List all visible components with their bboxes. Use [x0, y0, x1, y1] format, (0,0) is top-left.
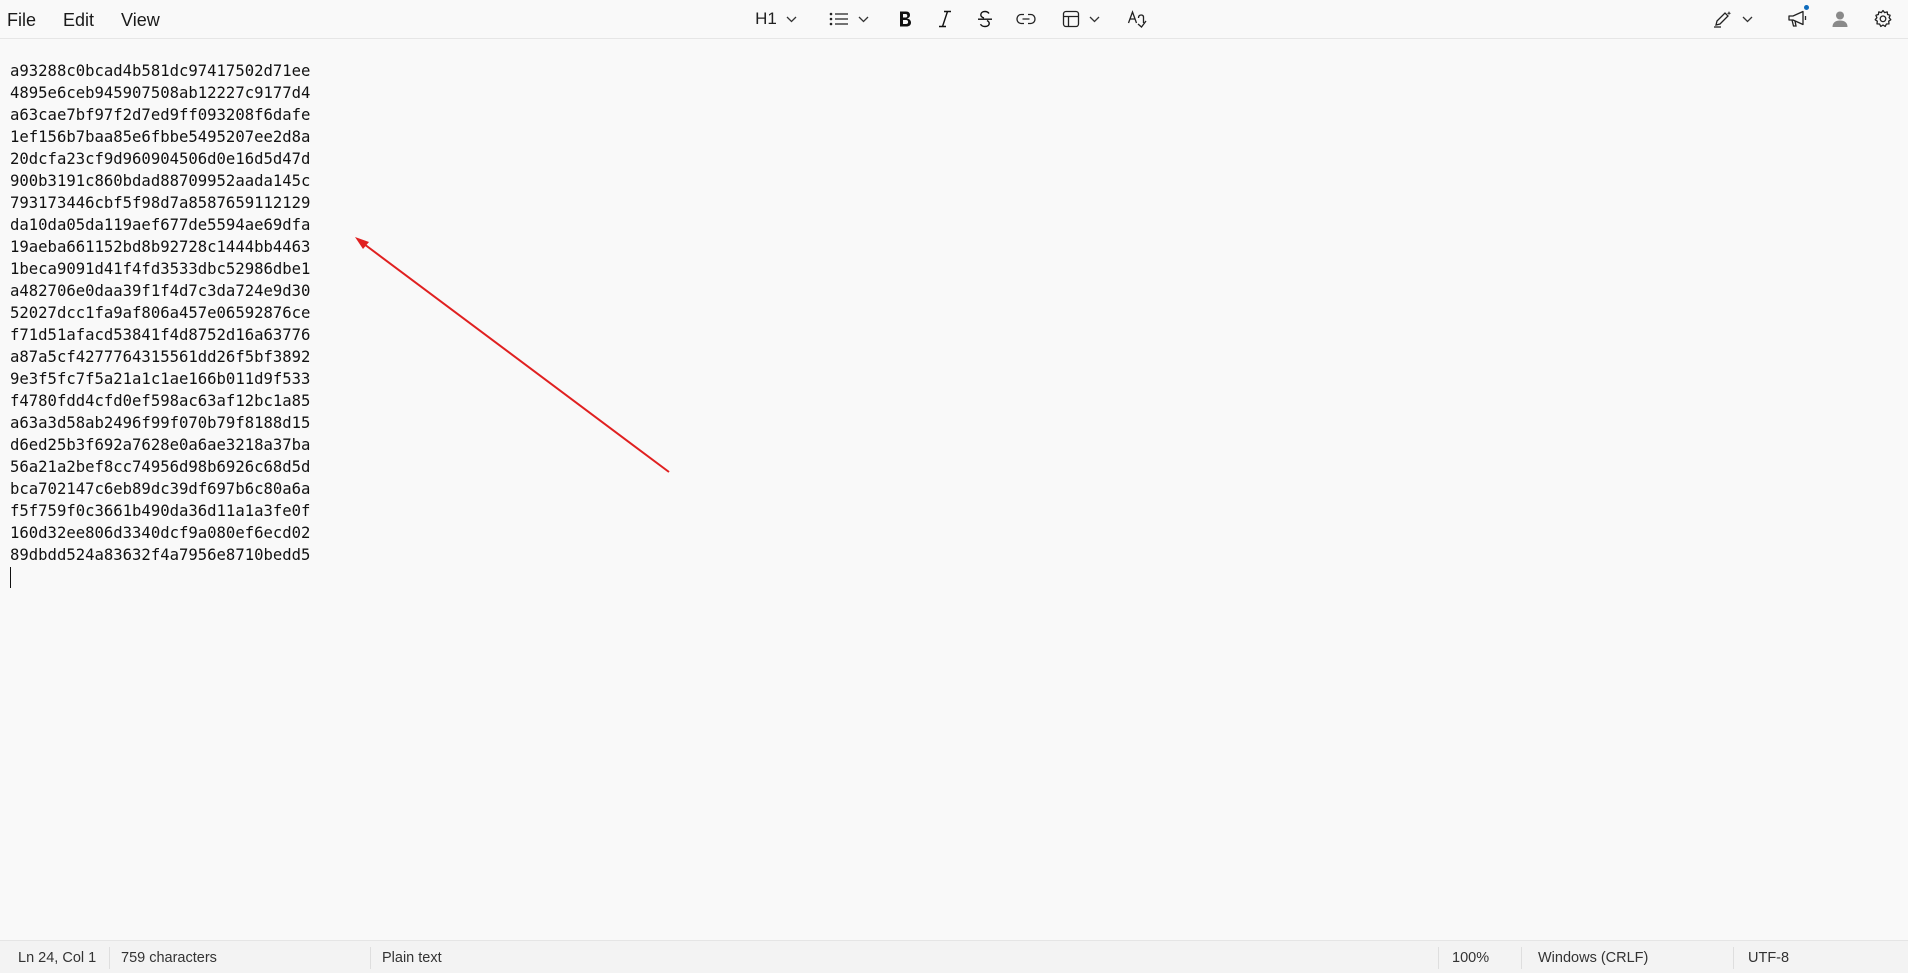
gear-icon	[1873, 9, 1893, 29]
italic-icon	[937, 10, 953, 28]
editor-line: 20dcfa23cf9d960904506d0e16d5d47d	[10, 150, 311, 168]
editor-line: bca702147c6eb89dc39df697b6c80a6a	[10, 480, 311, 498]
strikethrough-icon	[976, 10, 994, 28]
editor-line: a93288c0bcad4b581dc97417502d71ee	[10, 62, 311, 80]
bold-icon	[897, 10, 913, 28]
cursor-position[interactable]: Ln 24, Col 1	[18, 941, 96, 973]
text-format[interactable]: Plain text	[382, 941, 442, 973]
editor-line: a63cae7bf97f2d7ed9ff093208f6dafe	[10, 106, 311, 124]
zoom-level[interactable]: 100%	[1452, 941, 1489, 973]
editor-line: a87a5cf4277764315561dd26f5bf3892	[10, 348, 311, 366]
whats-new-button[interactable]	[1784, 5, 1812, 33]
editor-line: 1ef156b7baa85e6fbbe5495207ee2d8a	[10, 128, 311, 146]
link-icon	[1016, 13, 1036, 25]
menu-edit[interactable]: Edit	[56, 0, 108, 39]
editor-line: 56a21a2bef8cc74956d98b6926c68d5d	[10, 458, 311, 476]
bold-button[interactable]	[892, 5, 918, 33]
table-icon	[1062, 10, 1080, 28]
status-bar: Ln 24, Col 1 759 characters Plain text 1…	[0, 940, 1908, 973]
megaphone-icon	[1787, 5, 1809, 29]
editor-line: 19aeba661152bd8b92728c1444bb4463	[10, 238, 311, 256]
editor-line: 160d32ee806d3340dcf9a080ef6ecd02	[10, 524, 311, 542]
editor-line: 900b3191c860bdad88709952aada145c	[10, 172, 311, 190]
chevron-down-icon	[1742, 16, 1753, 23]
settings-button[interactable]	[1870, 5, 1896, 33]
editor-line: 793173446cbf5f98d7a8587659112129	[10, 194, 311, 212]
editor-line: 9e3f5fc7f5a21a1c1ae166b011d9f533	[10, 370, 311, 388]
table-dropdown[interactable]	[1060, 5, 1102, 33]
status-divider	[1733, 947, 1734, 969]
text-editor[interactable]: a93288c0bcad4b581dc97417502d71ee 4895e6ce…	[10, 60, 310, 566]
editor-line: a482706e0daa39f1f4d7c3da724e9d30	[10, 282, 311, 300]
copilot-dropdown[interactable]	[1712, 5, 1754, 33]
account-icon	[1831, 10, 1849, 28]
editor-line: f5f759f0c3661b490da36d11a1a3fe0f	[10, 502, 311, 520]
top-bar: File Edit View H1	[0, 0, 1908, 39]
menu-view[interactable]: View	[114, 0, 174, 39]
editor-line: 52027dcc1fa9af806a457e06592876ce	[10, 304, 311, 322]
status-divider	[1438, 947, 1439, 969]
status-divider	[1521, 947, 1522, 969]
list-dropdown[interactable]	[826, 5, 872, 33]
character-count[interactable]: 759 characters	[121, 941, 217, 973]
account-button[interactable]	[1827, 5, 1853, 33]
status-divider	[109, 947, 110, 969]
line-ending[interactable]: Windows (CRLF)	[1538, 941, 1648, 973]
editor-line: 1beca9091d41f4fd3533dbc52986dbe1	[10, 260, 311, 278]
notepad-window: File Edit View H1 a93288c0bcad4b581dc974…	[0, 0, 1908, 973]
text-caret	[10, 567, 11, 588]
copilot-pen-icon	[1713, 10, 1733, 28]
chevron-down-icon	[786, 16, 797, 23]
notification-dot	[1804, 5, 1809, 10]
encoding[interactable]: UTF-8	[1748, 941, 1789, 973]
chevron-down-icon	[1089, 16, 1100, 23]
link-button[interactable]	[1012, 5, 1040, 33]
heading-dropdown[interactable]: H1	[750, 5, 802, 33]
strikethrough-button[interactable]	[972, 5, 998, 33]
italic-button[interactable]	[932, 5, 958, 33]
heading-label: H1	[755, 9, 777, 28]
menu-file[interactable]: File	[0, 0, 50, 39]
clear-formatting-icon	[1127, 10, 1147, 28]
editor-line: f4780fdd4cfd0ef598ac63af12bc1a85	[10, 392, 311, 410]
editor-line: 4895e6ceb945907508ab12227c9177d4	[10, 84, 311, 102]
editor-line: a63a3d58ab2496f99f070b79f8188d15	[10, 414, 311, 432]
editor-line: 89dbdd524a83632f4a7956e8710bedd5	[10, 546, 311, 564]
chevron-down-icon	[858, 16, 869, 23]
bulleted-list-icon	[829, 11, 849, 27]
status-divider	[370, 947, 371, 969]
clear-formatting-button[interactable]	[1124, 5, 1150, 33]
editor-line: f71d51afacd53841f4d8752d16a63776	[10, 326, 311, 344]
menu-bar: File Edit View	[0, 0, 180, 39]
editor-line: da10da05da119aef677de5594ae69dfa	[10, 216, 311, 234]
editor-line: d6ed25b3f692a7628e0a6ae3218a37ba	[10, 436, 311, 454]
